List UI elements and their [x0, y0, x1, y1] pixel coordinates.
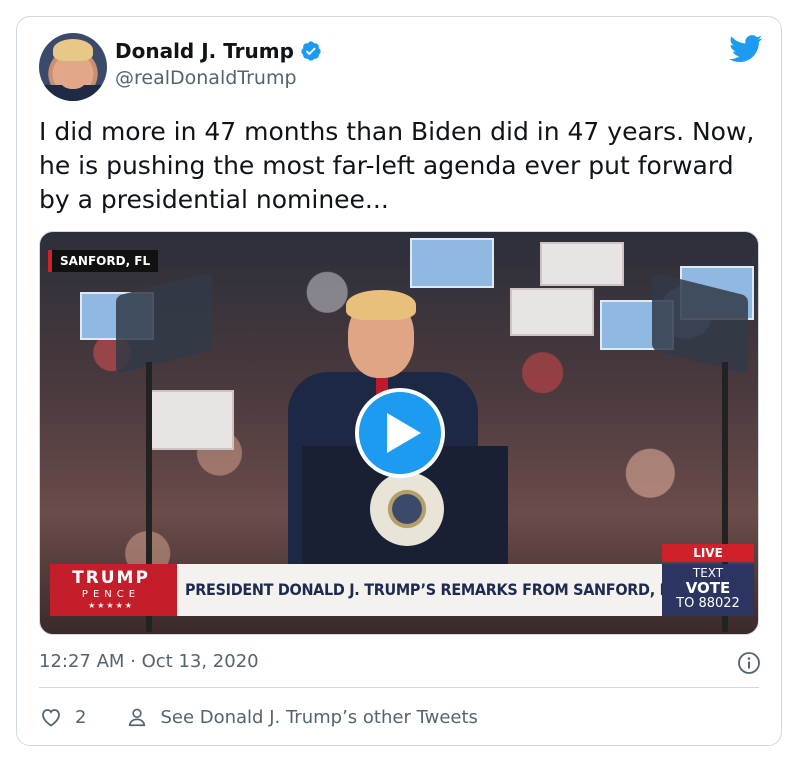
campaign-logo: TRUMP PENCE ★★★★★	[50, 564, 172, 616]
crowd-sign	[410, 238, 494, 288]
speaker-hair	[346, 290, 416, 320]
text-vote-cta: TEXT VOTE TO 88022	[662, 564, 754, 616]
video-player[interactable]: SANFORD, FL TRUMP PENCE ★★★★★ PRESIDENT …	[39, 231, 759, 635]
action-bar: 2 See Donald J. Trump’s other Tweets	[39, 705, 478, 729]
author-handle[interactable]: @realDonaldTrump	[115, 67, 297, 89]
cta-line2: VOTE	[685, 579, 731, 597]
twitter-bird-icon[interactable]	[729, 35, 763, 63]
person-icon	[129, 708, 146, 727]
location-tag: SANFORD, FL	[48, 250, 159, 272]
avatar[interactable]	[39, 33, 107, 101]
author-name-row[interactable]: Donald J. Trump	[115, 39, 322, 63]
campaign-logo-stars: ★★★★★	[88, 601, 134, 610]
verified-badge-icon	[301, 41, 321, 61]
presidential-seal	[370, 472, 444, 546]
play-icon	[387, 413, 421, 453]
author-name[interactable]: Donald J. Trump	[115, 39, 294, 63]
broadcast-lower-third: TRUMP PENCE ★★★★★ PRESIDENT DONALD J. TR…	[50, 544, 754, 616]
play-button[interactable]	[355, 388, 445, 478]
avatar-hair	[53, 39, 93, 61]
tweet-text: I did more in 47 months than Biden did i…	[39, 117, 755, 214]
campaign-logo-line2: PENCE	[81, 589, 141, 600]
heart-icon[interactable]	[39, 705, 63, 729]
other-tweets-link[interactable]: See Donald J. Trump’s other Tweets	[160, 707, 477, 728]
broadcast-banner: PRESIDENT DONALD J. TRUMP’S REMARKS FROM…	[172, 564, 678, 616]
crowd-sign	[510, 288, 594, 336]
cta-line3: TO 88022	[676, 596, 740, 611]
divider	[39, 687, 759, 688]
tweet-card: Donald J. Trump @realDonaldTrump I did m…	[16, 16, 782, 746]
info-icon[interactable]	[737, 651, 761, 675]
cta-line1: TEXT	[692, 566, 724, 580]
crowd-sign	[150, 390, 234, 450]
tweet-timestamp[interactable]: 12:27 AM · Oct 13, 2020	[39, 651, 259, 672]
live-badge: LIVE	[662, 544, 754, 562]
campaign-logo-line1: TRUMP	[72, 568, 150, 588]
crowd-sign	[540, 242, 624, 286]
like-count[interactable]: 2	[75, 707, 86, 728]
